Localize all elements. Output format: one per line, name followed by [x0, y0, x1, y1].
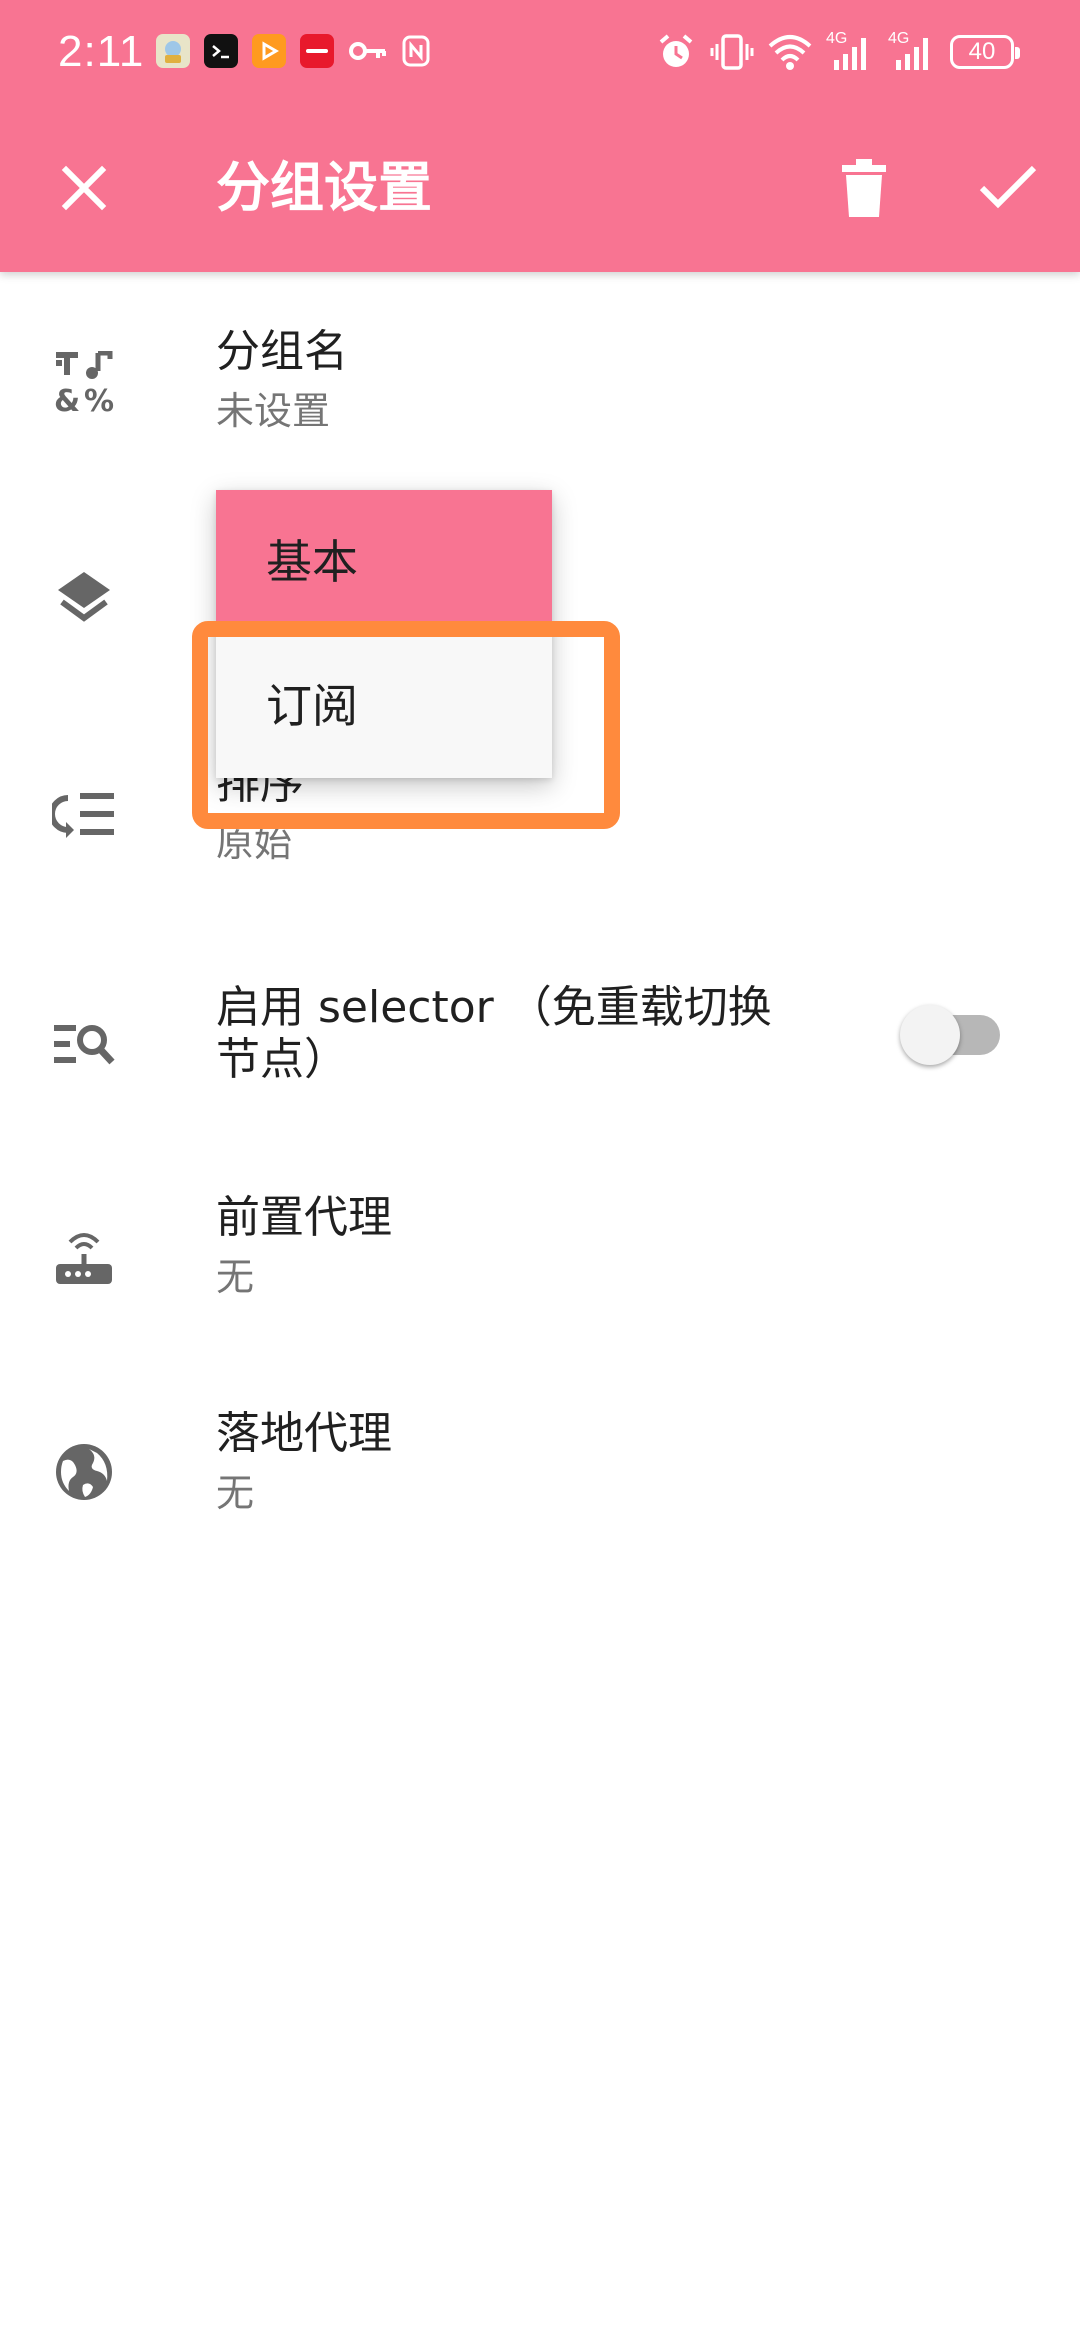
confirm-button[interactable]	[958, 138, 1058, 238]
signal-4g-icon: 4G	[826, 30, 874, 72]
alarm-icon	[656, 32, 696, 72]
battery-level: 40	[968, 38, 996, 65]
setting-selector[interactable]: 启用 selector （免重载切换 节点）	[0, 920, 1080, 1136]
dropdown-option-basic[interactable]: 基本	[216, 490, 552, 634]
selector-toggle[interactable]	[900, 1005, 1004, 1065]
sort-icon	[50, 780, 118, 848]
status-time: 2:11	[58, 27, 145, 76]
trash-icon	[842, 159, 886, 217]
check-icon	[979, 165, 1037, 209]
setting-group-name[interactable]: & % 分组名 未设置	[0, 272, 1080, 488]
setting-title-line1: 启用 selector （免重载切换	[216, 982, 772, 1033]
wifi-icon	[768, 32, 812, 72]
app-bar: 2:11 4G 4G 40 分组设置	[0, 0, 1080, 272]
vibrate-icon	[710, 32, 754, 72]
setting-subtitle: 无	[216, 1255, 255, 1299]
notification-icons	[156, 34, 432, 68]
delete-button[interactable]	[814, 138, 914, 238]
key-icon	[348, 34, 388, 68]
setting-title-line2: 节点）	[216, 1034, 348, 1085]
router-icon	[50, 1222, 118, 1290]
setting-subtitle: 未设置	[216, 389, 331, 433]
search-list-icon	[50, 1010, 118, 1078]
status-bar: 2:11 4G 4G 40	[0, 0, 1080, 104]
text-format-icon: & %	[50, 348, 118, 416]
layers-icon	[50, 564, 118, 632]
setting-title: 前置代理	[216, 1192, 392, 1243]
nfc-icon	[402, 34, 432, 68]
system-icons: 4G 4G 40	[656, 30, 1020, 72]
setting-title: 落地代理	[216, 1408, 392, 1459]
toggle-thumb	[900, 1005, 960, 1065]
video-app-icon	[252, 34, 286, 68]
highlight-box	[192, 621, 620, 829]
setting-title: 分组名	[216, 326, 348, 377]
signal-4g-icon: 4G	[888, 30, 936, 72]
battery-icon: 40	[950, 35, 1020, 69]
svg-text:&: &	[54, 384, 80, 413]
setting-front-proxy[interactable]: 前置代理 无	[0, 1136, 1080, 1352]
terminal-icon	[204, 34, 238, 68]
app-icon	[156, 34, 190, 68]
setting-landing-proxy[interactable]: 落地代理 无	[0, 1352, 1080, 1568]
page-title: 分组设置	[216, 156, 432, 219]
close-icon	[61, 165, 107, 211]
close-button[interactable]	[34, 138, 134, 238]
xiaohongshu-icon	[300, 34, 334, 68]
setting-subtitle: 无	[216, 1471, 255, 1515]
toolbar: 分组设置	[0, 104, 1080, 272]
globe-icon	[50, 1438, 118, 1506]
svg-text:%: %	[84, 384, 114, 413]
